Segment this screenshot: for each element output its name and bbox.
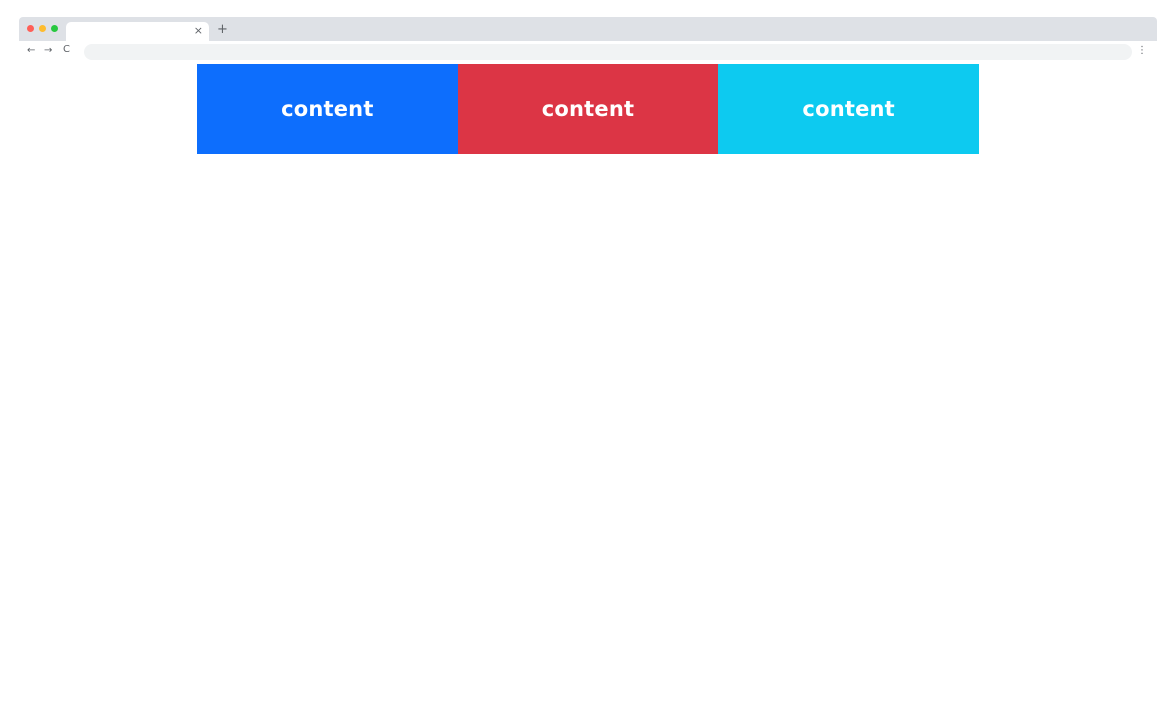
browser-tab[interactable]: × <box>66 22 209 41</box>
forward-arrow-icon[interactable]: → <box>44 45 52 57</box>
maximize-window-icon[interactable] <box>51 25 58 32</box>
new-tab-icon[interactable]: + <box>217 23 228 37</box>
browser-window: × + ← → C ⋮ content content content <box>19 17 1157 718</box>
reload-icon[interactable]: C <box>63 44 70 56</box>
close-window-icon[interactable] <box>27 25 34 32</box>
page-viewport: content content content <box>19 63 1157 718</box>
address-bar[interactable] <box>84 44 1132 60</box>
window-controls <box>27 25 58 32</box>
kebab-menu-icon[interactable]: ⋮ <box>1137 45 1147 57</box>
content-column-danger: content <box>457 64 719 154</box>
minimize-window-icon[interactable] <box>39 25 46 32</box>
back-arrow-icon[interactable]: ← <box>27 45 35 57</box>
close-tab-icon[interactable]: × <box>194 24 203 38</box>
browser-toolbar: ← → C ⋮ <box>19 41 1157 63</box>
tab-strip: × + <box>19 17 1157 41</box>
content-row: content content content <box>197 64 980 154</box>
content-column-info: content <box>718 64 980 154</box>
content-column-primary: content <box>197 64 458 154</box>
